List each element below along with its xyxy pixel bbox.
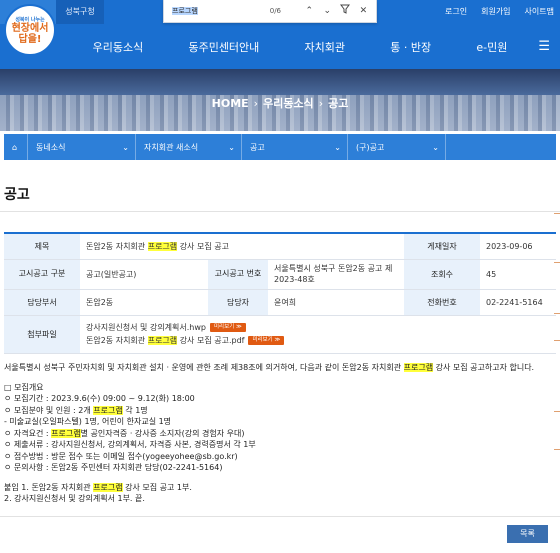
chevron-up-icon[interactable]: ⌃: [303, 4, 316, 18]
gnb-item-center[interactable]: 동주민센터안내: [188, 39, 259, 55]
page-title: 공고: [4, 187, 30, 203]
intro-text: 서울특별시 성북구 주민자치회 및 자치회관 설치 · 운영에 관한 조례 제3…: [4, 363, 535, 372]
find-input[interactable]: 프로그램: [170, 4, 260, 18]
chevron-down-icon: ⌄: [122, 142, 129, 152]
preview-button[interactable]: 미리보기 ≫: [248, 336, 285, 345]
subnav-dong-news[interactable]: 동네소식 ⌄: [28, 134, 136, 160]
views-label: 조회수: [404, 259, 480, 290]
title-label: 제목: [4, 233, 80, 260]
number-value: 서울특별시 성북구 돈암2동 공고 제2023-48호: [268, 259, 404, 290]
list-button[interactable]: 목록: [507, 525, 548, 543]
annex-line: 2. 강사지원신청서 및 강의계획서 1부. 끝.: [4, 494, 145, 503]
type-label: 고시공고 구분: [4, 259, 80, 290]
number-label: 고시공고 번호: [208, 259, 268, 290]
find-bar: 프로그램 0/6 ⌃ ⌄ ✕: [163, 0, 377, 23]
breadcrumb: HOME › 우리동소식 › 공고: [211, 97, 349, 110]
page-banner: HOME › 우리동소식 › 공고: [0, 69, 560, 131]
close-icon[interactable]: ✕: [357, 4, 370, 18]
breadcrumb-level2: 공고: [328, 97, 349, 110]
find-match-count: 0/6: [269, 7, 281, 15]
main-header: 성북이 나누는 현장에서 답을! 우리동소식 동주민센터안내 자치회관 통 · …: [0, 4, 560, 69]
chevron-down-icon[interactable]: ⌄: [321, 4, 334, 18]
attach-list: 강사지원신청서 및 강의계획서.hwp 미리보기 ≫ 돈암2동 자치회관 프로그램…: [80, 315, 556, 354]
gnb-item-news[interactable]: 우리동소식: [93, 39, 144, 55]
subnav-notice[interactable]: 공고 ⌄: [242, 134, 348, 160]
date-label: 게재일자: [404, 233, 480, 260]
top-links: 로그인 회원가입 사이트맵: [445, 0, 554, 24]
hamburger-menu-icon[interactable]: ☰: [538, 39, 550, 54]
chevron-down-icon: ⌄: [432, 142, 439, 152]
attachment-item: 강사지원신청서 및 강의계획서.hwp 미리보기 ≫: [86, 321, 550, 334]
signup-link[interactable]: 회원가입: [481, 0, 510, 24]
subnav-old-notice[interactable]: (구)공고 ⌄: [348, 134, 446, 160]
preview-button[interactable]: 미리보기 ≫: [210, 323, 246, 332]
qualification-line: ㅇ 자격요건 : 프로그램별 공인자격증 · 강사증 소지자(강의 경험자 우대…: [4, 428, 245, 438]
attachment-item: 돈암2동 자치회관 프로그램 강사 모집 공고.pdf 미리보기 ≫: [86, 334, 550, 347]
site-logo[interactable]: 성북이 나누는 현장에서 답을!: [4, 4, 56, 56]
field-line: ㅇ 모집분야 및 인원 : 2개 프로그램 각 1명: [4, 405, 148, 415]
person-label: 담당자: [208, 289, 268, 316]
breadcrumb-home[interactable]: HOME: [212, 97, 249, 110]
notice-info-table: 제목 돈암2동 자치회관 프로그램 강사 모집 공고 게재일자 2023-09-…: [4, 232, 556, 354]
method-line: ㅇ 접수방법 : 방문 접수 또는 이메일 접수(yogeeyohee@sb.g…: [4, 451, 238, 461]
phone-label: 전화번호: [404, 289, 480, 316]
type-value: 공고(일반공고): [80, 259, 208, 290]
breadcrumb-level1[interactable]: 우리동소식: [263, 97, 314, 110]
title-value: 돈암2동 자치회관 프로그램 강사 모집 공고: [80, 233, 404, 260]
seongbuk-tab[interactable]: 성북구청: [56, 0, 104, 24]
sub-nav: ⌂ 동네소식 ⌄ 자치회관 새소식 ⌄ 공고 ⌄ (구)공고 ⌄: [4, 134, 556, 160]
login-link[interactable]: 로그인: [445, 0, 467, 24]
attachment-link[interactable]: 돈암2동 자치회관 프로그램 강사 모집 공고.pdf: [86, 336, 244, 345]
phone-value: 02-2241-5164: [480, 289, 556, 316]
annex-line: 붙임 1. 돈암2동 자치회관 프로그램 강사 모집 공고 1부.: [4, 482, 192, 492]
views-value: 45: [480, 259, 556, 290]
home-icon[interactable]: ⌂: [4, 134, 28, 160]
attach-label: 첨부파일: [4, 315, 80, 354]
dept-label: 담당부서: [4, 289, 80, 316]
documents-line: ㅇ 제출서류 : 강사지원신청서, 강의계획서, 자격증 사본, 경력증명서 각…: [4, 440, 256, 449]
chevron-down-icon: ⌄: [228, 142, 235, 152]
gnb-item-tongban[interactable]: 통 · 반장: [390, 39, 431, 55]
attachment-link[interactable]: 강사지원신청서 및 강의계획서.hwp: [86, 323, 206, 332]
contact-line: ㅇ 문의사항 : 돈암2동 주민센터 자치회관 담당(02-2241-5164): [4, 463, 223, 472]
dept-value: 돈암2동: [80, 289, 208, 316]
overview-heading: □ 모집개요: [4, 382, 44, 392]
filter-icon[interactable]: [339, 4, 352, 18]
gnb-item-hall[interactable]: 자치회관: [305, 39, 345, 55]
date-value: 2023-09-06: [480, 233, 556, 260]
notice-body: 서울특별시 성북구 주민자치회 및 자치회관 설치 · 운영에 관한 조례 제3…: [4, 362, 556, 505]
global-nav: 우리동소식 동주민센터안내 자치회관 통 · 반장 e-민원: [70, 24, 530, 69]
gnb-item-eminwon[interactable]: e-민원: [476, 39, 507, 55]
chevron-down-icon: ⌄: [334, 142, 341, 152]
subnav-hall-news[interactable]: 자치회관 새소식 ⌄: [136, 134, 242, 160]
sitemap-link[interactable]: 사이트맵: [525, 0, 554, 24]
field-detail-line: - 미술교실(오일파스텔) 1명, 어린이 한자교실 1명: [4, 417, 172, 426]
period-line: ㅇ 모집기간 : 2023.9.6(수) 09:00 ~ 9.12(화) 18:…: [4, 394, 195, 403]
person-value: 윤여희: [268, 289, 404, 316]
